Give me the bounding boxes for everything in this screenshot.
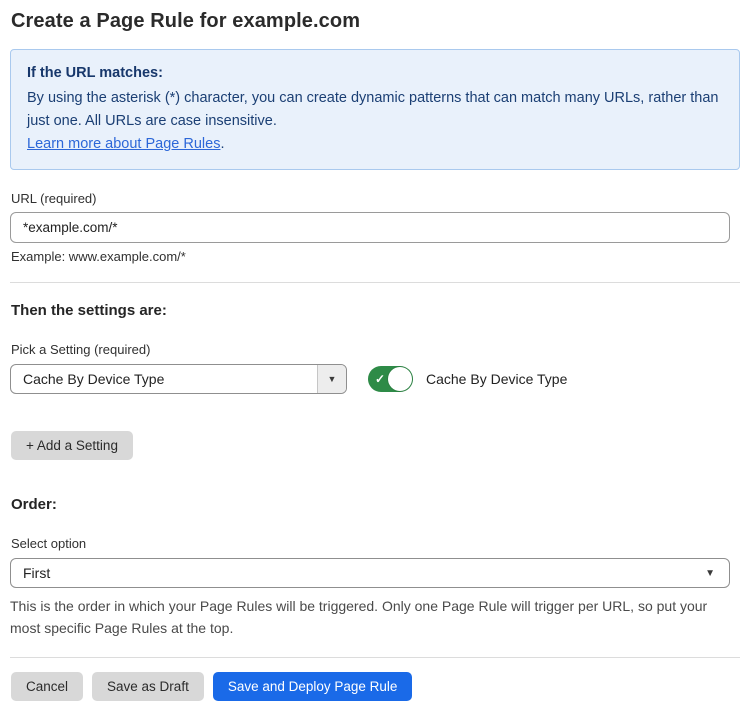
cache-by-device-toggle[interactable]: ✓ [368,366,413,392]
setting-toggle-wrap: ✓ Cache By Device Type [368,366,567,392]
chevron-down-icon: ▼ [705,568,715,579]
info-box-heading: If the URL matches: [27,62,723,85]
section-divider-top [10,282,740,283]
order-helper-text: This is the order in which your Page Rul… [10,595,730,639]
url-field-helper: Example: www.example.com/* [11,249,740,264]
order-section-heading: Order: [11,496,740,513]
learn-more-link[interactable]: Learn more about Page Rules [27,136,220,152]
setting-select[interactable]: Cache By Device Type ▼ [10,364,347,394]
save-and-deploy-button[interactable]: Save and Deploy Page Rule [213,672,413,701]
order-select[interactable]: First ▼ [10,558,730,588]
link-suffix: . [220,136,224,152]
info-box-body: By using the asterisk (*) character, you… [27,87,723,133]
footer-actions: Cancel Save as Draft Save and Deploy Pag… [11,672,740,701]
section-divider-bottom [10,657,740,658]
toggle-label: Cache By Device Type [426,371,567,387]
order-select-label: Select option [11,536,740,551]
chevron-down-icon: ▼ [328,374,337,384]
url-field-label: URL (required) [11,191,740,206]
url-match-info-box: If the URL matches: By using the asteris… [10,49,740,170]
setting-picker-label: Pick a Setting (required) [11,342,740,357]
cancel-button[interactable]: Cancel [11,672,83,701]
check-icon: ✓ [375,371,385,387]
setting-select-dropdown-button[interactable]: ▼ [317,365,346,393]
order-select-value: First [23,565,50,581]
page-title: Create a Page Rule for example.com [11,10,740,33]
toggle-knob [388,367,412,391]
save-as-draft-button[interactable]: Save as Draft [92,672,204,701]
settings-section-heading: Then the settings are: [11,302,740,319]
setting-select-value: Cache By Device Type [11,365,317,393]
url-input[interactable] [10,212,730,243]
add-setting-button[interactable]: + Add a Setting [11,431,133,460]
setting-row: Cache By Device Type ▼ ✓ Cache By Device… [10,364,740,394]
info-box-link-line: Learn more about Page Rules. [27,133,723,156]
page-rule-form: Create a Page Rule for example.com If th… [0,0,750,701]
